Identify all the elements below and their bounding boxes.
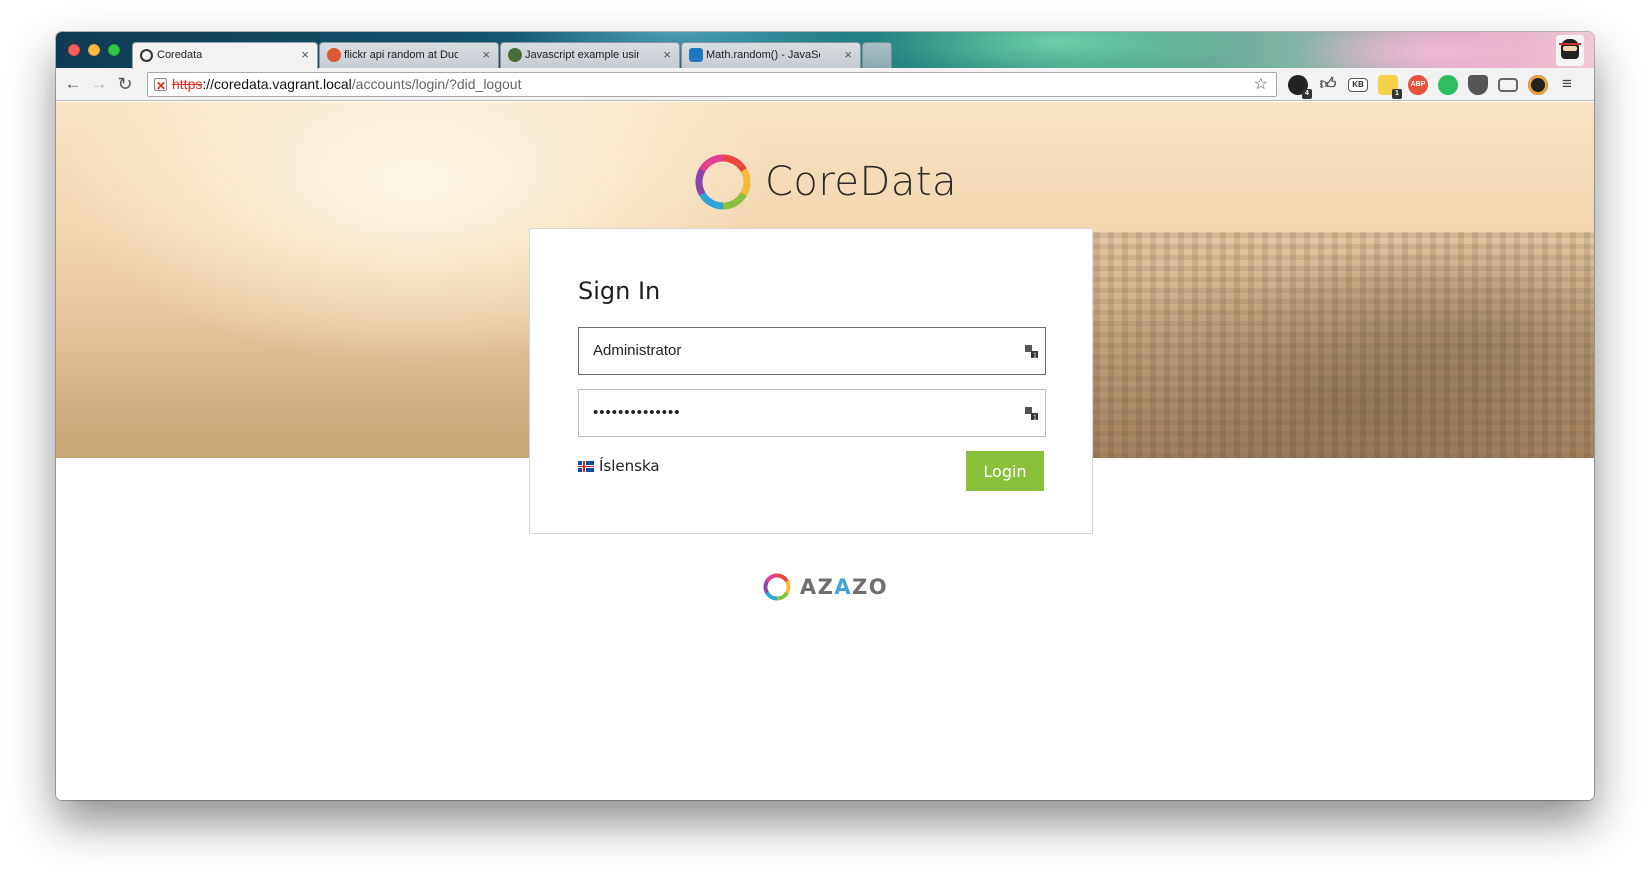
logo-ring-segment	[776, 591, 789, 601]
login-button[interactable]: Login	[966, 451, 1044, 491]
close-icon[interactable]: ×	[301, 43, 309, 67]
logo-ring-segment	[776, 573, 789, 583]
logo-ring-segment	[765, 573, 778, 583]
profile-avatar[interactable]	[1556, 35, 1584, 66]
color-picker-icon[interactable]	[1528, 75, 1548, 95]
close-icon[interactable]: ×	[482, 43, 490, 67]
svg-text:1: 1	[1033, 415, 1038, 422]
password-manager-icon[interactable]: 1	[1023, 405, 1039, 421]
sign-in-title: Sign In	[578, 277, 661, 305]
azazo-logo-icon	[763, 573, 791, 601]
extension-badge: 1	[1392, 89, 1402, 99]
page-content: CoreData Sign In Administrator 1 •••••••…	[56, 102, 1594, 800]
brand-header: CoreData	[56, 150, 1594, 214]
tab-strip: Coredata × flickr api random at DuckD × …	[56, 32, 1594, 69]
zoom-window-button[interactable]	[108, 44, 120, 56]
username-field[interactable]: Administrator 1	[578, 327, 1046, 375]
tab-javascript-example[interactable]: Javascript example using ×	[500, 42, 680, 68]
new-tab-button[interactable]	[862, 42, 892, 68]
tab-math-random[interactable]: Math.random() - JavaScrip ×	[681, 42, 861, 68]
duckduckgo-icon	[327, 48, 341, 62]
logo-ring-segment	[698, 191, 724, 210]
tab-label: flickr api random at DuckD	[344, 49, 458, 61]
tab-label: Math.random() - JavaScrip	[706, 49, 820, 61]
close-icon[interactable]: ×	[844, 43, 852, 67]
tab-duckduckgo[interactable]: flickr api random at DuckD ×	[319, 42, 499, 68]
svg-text:1: 1	[1033, 353, 1037, 360]
menu-icon[interactable]: ≡	[1556, 73, 1578, 95]
iceland-flag-icon	[578, 460, 594, 472]
notes-icon[interactable]: 1	[1378, 75, 1402, 99]
logo-ring-segment	[722, 192, 747, 210]
ninja-eyes	[1563, 46, 1577, 51]
logo-ring-segment	[695, 167, 706, 196]
address-bar[interactable]: https://coredata.vagrant.local/accounts/…	[147, 72, 1277, 98]
bookmark-star-icon[interactable]: ☆	[1254, 73, 1268, 96]
url-host: ://coredata.vagrant.local	[202, 76, 352, 92]
logo-ring-segment	[722, 154, 748, 173]
extension-badge: 4	[1302, 89, 1312, 99]
tab-label: Coredata	[157, 49, 203, 61]
like-icon[interactable]: 👍︎	[1318, 75, 1338, 95]
url-scheme: https	[172, 76, 203, 92]
login-card: Sign In Administrator 1 •••••••••••••• 1	[529, 228, 1093, 534]
logo-ring-segment	[740, 168, 751, 197]
logo-ring-segment	[763, 580, 769, 594]
password-value: ••••••••••••••	[593, 404, 681, 421]
adblock-icon[interactable]: ABP	[1408, 75, 1428, 95]
language-label: Íslenska	[599, 457, 660, 475]
language-selector[interactable]: Íslenska	[578, 457, 660, 475]
hero-haze	[56, 342, 576, 458]
tab-coredata[interactable]: Coredata ×	[132, 42, 318, 69]
logo-ring-segment	[699, 154, 724, 172]
footer-brand-name: AZAZO	[799, 575, 889, 599]
logo-ring-segment	[765, 591, 778, 601]
keyboard-icon[interactable]: KB	[1348, 78, 1368, 92]
cast-icon[interactable]	[1498, 78, 1518, 92]
password-manager-icon[interactable]: 1	[1023, 343, 1039, 359]
logo-ring-segment	[784, 580, 791, 594]
coredata-logo-icon	[695, 154, 751, 210]
evernote-icon[interactable]	[1438, 75, 1458, 95]
coredata-ring-icon	[140, 49, 153, 62]
close-icon[interactable]: ×	[663, 43, 671, 67]
site-icon	[508, 48, 522, 62]
url-path: /accounts/login/?did_logout	[351, 76, 522, 92]
mdn-icon	[689, 48, 703, 62]
minimize-window-button[interactable]	[88, 44, 100, 56]
ninja-headband	[1559, 43, 1581, 45]
reload-button[interactable]: ↻	[114, 73, 136, 95]
back-button[interactable]: ←	[62, 73, 84, 95]
footer-brand: AZAZO	[56, 572, 1594, 602]
hero-cityscape	[1066, 232, 1594, 458]
username-value: Administrator	[593, 342, 682, 359]
brand-name: CoreData	[764, 159, 958, 205]
close-window-button[interactable]	[68, 44, 80, 56]
github-icon[interactable]: 4	[1288, 75, 1312, 99]
tab-label: Javascript example using	[525, 49, 639, 61]
pocket-icon[interactable]	[1468, 75, 1488, 95]
browser-toolbar: ← → ↻ https://coredata.vagrant.local/acc…	[56, 68, 1594, 101]
browser-window: Coredata × flickr api random at DuckD × …	[56, 32, 1594, 800]
password-field[interactable]: •••••••••••••• 1	[578, 389, 1046, 437]
insecure-lock-icon[interactable]	[154, 75, 167, 98]
forward-button[interactable]: →	[88, 73, 110, 95]
